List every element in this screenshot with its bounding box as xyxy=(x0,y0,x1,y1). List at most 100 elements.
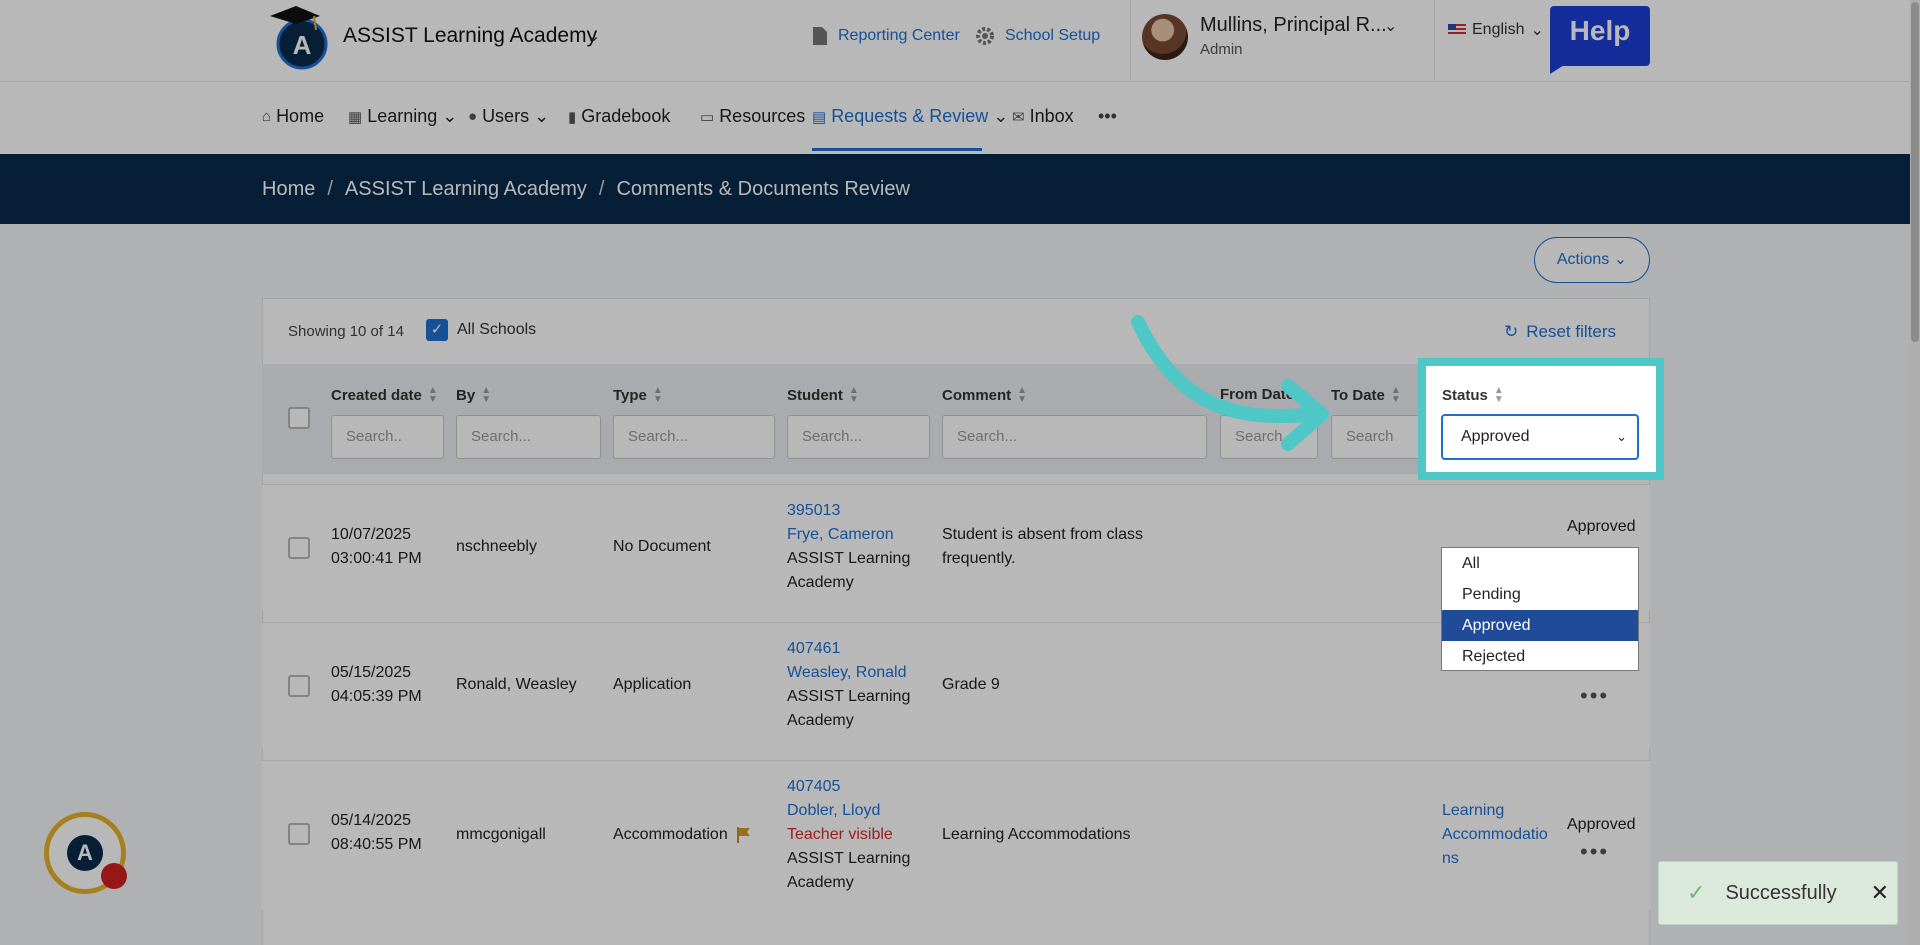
col-to-date[interactable]: To Date ▲ ▼ xyxy=(1331,386,1401,405)
row-more-icon[interactable]: ••• xyxy=(1580,683,1609,709)
chevron-down-icon: ⌄ xyxy=(1613,251,1628,268)
top-header: A ASSIST Learning Academy ⌄ Reporting Ce… xyxy=(0,0,1920,82)
table-row[interactable]: 05/14/2025 08:40:55 PM mmcgonigall Accom… xyxy=(262,760,1650,910)
student-cell: 395013 Frye, Cameron ASSIST Learning Aca… xyxy=(787,499,910,595)
col-status[interactable]: Status ▲ ▼ xyxy=(1442,385,1504,405)
all-schools-checkbox[interactable]: ✓ All Schools xyxy=(426,319,536,341)
type-search-input[interactable]: Search... xyxy=(613,415,775,459)
status-filter-select[interactable]: Approved ⌄ xyxy=(1441,414,1639,460)
sort-icon: ▲ ▼ xyxy=(427,385,438,405)
avatar[interactable] xyxy=(1142,14,1188,60)
col-created-date[interactable]: Created date ▲ ▼ xyxy=(331,385,438,405)
student-name-link[interactable]: Weasley, Ronald xyxy=(787,661,910,685)
school-chevron-down-icon[interactable]: ⌄ xyxy=(587,26,600,46)
nav-requests-review[interactable]: ▤ Requests & Review ⌄ xyxy=(812,106,1008,127)
sort-icon: ▲ ▼ xyxy=(481,385,492,405)
app-window: A ASSIST Learning Academy ⌄ Reporting Ce… xyxy=(0,0,1920,945)
breadcrumb-home[interactable]: Home xyxy=(262,178,315,201)
status-option-approved[interactable]: Approved xyxy=(1442,610,1638,641)
by-search-input[interactable]: Search... xyxy=(456,415,601,459)
user-icon: ● xyxy=(468,108,478,125)
row-checkbox[interactable] xyxy=(288,537,310,559)
assistant-widget-button[interactable]: A xyxy=(44,812,127,894)
nav-resources[interactable]: ▭ Resources xyxy=(700,106,805,127)
actions-button[interactable]: Actions ⌄ xyxy=(1534,237,1650,283)
comment-cell: Grade 9 xyxy=(942,676,1000,693)
chevron-down-icon: ⌄ xyxy=(442,106,458,126)
col-by[interactable]: By ▲ ▼ xyxy=(456,385,492,405)
header-divider xyxy=(1434,0,1435,80)
nav-inbox[interactable]: ✉ Inbox xyxy=(1012,106,1074,127)
school-logo-icon: A xyxy=(270,6,328,70)
assistant-logo-icon: A xyxy=(67,835,103,871)
comment-text: Student is absent from class xyxy=(942,526,1143,543)
student-cell: 407461 Weasley, Ronald ASSIST Learning A… xyxy=(787,637,910,733)
user-chevron-down-icon[interactable]: ⌄ xyxy=(1384,16,1397,36)
sort-icon: ▲ ▼ xyxy=(652,385,663,405)
mail-icon: ✉ xyxy=(1012,108,1025,126)
to-date-search-input[interactable]: Search xyxy=(1331,415,1429,459)
student-id-link[interactable]: 407461 xyxy=(787,637,910,661)
nav-learning-label: Learning xyxy=(367,106,438,126)
clipboard-icon: ▤ xyxy=(812,108,827,126)
nav-inbox-label: Inbox xyxy=(1029,106,1074,126)
created-date-search-input[interactable]: Search.. xyxy=(331,415,444,459)
reset-icon: ↻ xyxy=(1504,322,1519,341)
nav-more-icon[interactable]: ••• xyxy=(1098,106,1117,127)
school-setup-link[interactable]: School Setup xyxy=(975,26,1100,46)
nav-gradebook[interactable]: ▮ Gradebook xyxy=(568,106,670,127)
chevron-down-icon: ⌄ xyxy=(1616,429,1627,444)
comment-text: frequently. xyxy=(942,550,1016,567)
close-icon[interactable]: ✕ xyxy=(1871,880,1889,906)
status-option-rejected[interactable]: Rejected xyxy=(1442,641,1638,672)
document-link-text: ns xyxy=(1442,850,1459,867)
all-schools-label: All Schools xyxy=(457,321,537,338)
document-icon xyxy=(813,27,827,45)
nav-gradebook-label: Gradebook xyxy=(581,106,671,126)
col-comment[interactable]: Comment ▲ ▼ xyxy=(942,386,1027,405)
student-name-link[interactable]: Frye, Cameron xyxy=(787,523,910,547)
col-by-label: By xyxy=(456,386,476,404)
check-icon: ✓ xyxy=(1687,880,1706,905)
help-button[interactable]: Help xyxy=(1550,6,1650,74)
school-name[interactable]: ASSIST Learning Academy xyxy=(343,24,597,48)
status-option-all[interactable]: All xyxy=(1442,548,1638,579)
sort-icon: ▲ ▼ xyxy=(1493,385,1504,405)
col-type-label: Type xyxy=(613,386,647,404)
checkmark-icon: ✓ xyxy=(426,319,448,341)
row-more-icon[interactable]: ••• xyxy=(1580,839,1609,865)
language-chevron-down-icon: ⌄ xyxy=(1530,22,1544,39)
reporting-center-link[interactable]: Reporting Center xyxy=(812,26,960,46)
page-scrollbar-thumb[interactable] xyxy=(1911,2,1919,342)
student-search-input[interactable]: Search... xyxy=(787,415,930,459)
student-id-link[interactable]: 395013 xyxy=(787,499,910,523)
reset-filters-button[interactable]: ↻ Reset filters xyxy=(1504,322,1616,342)
document-link[interactable]: Learning Accommodatio ns xyxy=(1442,799,1548,871)
student-id-link[interactable]: 407405 xyxy=(787,775,910,799)
language-selector[interactable]: English ⌄ xyxy=(1448,20,1544,40)
nav-users-label: Users xyxy=(482,106,530,126)
status-filter-value: Approved xyxy=(1461,428,1530,445)
col-student[interactable]: Student ▲ ▼ xyxy=(787,385,859,405)
student-school-text: ASSIST Learning xyxy=(787,850,911,867)
notification-dot xyxy=(101,863,127,889)
select-all-checkbox[interactable] xyxy=(288,407,310,429)
student-name-link[interactable]: Dobler, Lloyd xyxy=(787,799,910,823)
student-cell: 407405 Dobler, Lloyd Teacher visible ASS… xyxy=(787,775,910,895)
nav-home[interactable]: ⌂ Home xyxy=(262,106,324,127)
nav-learning[interactable]: ▦ Learning ⌄ xyxy=(348,106,457,127)
breadcrumb-current: Comments & Documents Review xyxy=(616,178,910,200)
breadcrumb-separator: / xyxy=(327,178,333,200)
breadcrumb-school[interactable]: ASSIST Learning Academy xyxy=(345,178,587,201)
comment-cell: Student is absent from class frequently. xyxy=(942,523,1143,571)
nav-users[interactable]: ● Users ⌄ xyxy=(468,106,549,127)
breadcrumb-bar: Home / ASSIST Learning Academy / Comment… xyxy=(0,154,1920,224)
student-school-text: Academy xyxy=(787,874,854,891)
row-checkbox[interactable] xyxy=(288,675,310,697)
row-checkbox[interactable] xyxy=(288,823,310,845)
type-cell: Application xyxy=(613,676,692,693)
status-option-pending[interactable]: Pending xyxy=(1442,579,1638,610)
col-type[interactable]: Type ▲ ▼ xyxy=(613,385,663,405)
sort-icon: ▲ ▼ xyxy=(848,385,859,405)
user-name[interactable]: Mullins, Principal R... xyxy=(1200,14,1387,37)
